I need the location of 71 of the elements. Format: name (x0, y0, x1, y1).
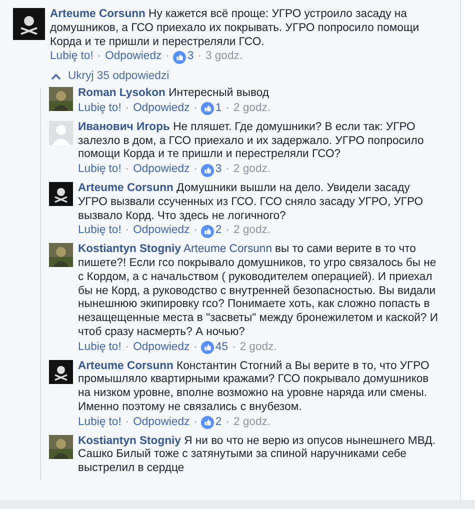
like-count[interactable]: 2 (215, 416, 222, 430)
separator-dot: · (226, 102, 230, 116)
like-link[interactable]: Lubię to! (78, 102, 122, 116)
like-count-icon (173, 50, 186, 64)
separator-dot: · (226, 163, 230, 177)
comment-text: Иванович Игорь Не пляшет. Где домушники? В если так: УГРО залезло в дом, а ГСО приехало и их задержало. УГРО попросило помощи Корда и те пришли и перестреляли ГСО? (78, 120, 425, 162)
like-count-icon (201, 416, 214, 430)
hide-replies-link[interactable]: Ukryj 35 odpowiedzi (68, 70, 170, 82)
timestamp[interactable]: 2 godz. (233, 163, 271, 177)
reply-link[interactable]: Odpowiedz (133, 163, 190, 177)
reply-link[interactable]: Odpowiedz (133, 102, 190, 116)
author-link[interactable]: Roman Lysokon (78, 87, 166, 100)
separator-dot: · (232, 340, 236, 355)
separator-dot: · (194, 224, 198, 238)
avatar-icon[interactable] (13, 8, 45, 40)
like-count[interactable]: 2 (215, 224, 222, 238)
timestamp[interactable]: 2 godz. (233, 102, 271, 116)
separator-dot: · (125, 102, 130, 116)
avatar-icon[interactable] (49, 87, 73, 112)
separator-dot: · (125, 224, 130, 238)
like-link[interactable]: Lubię to! (78, 340, 122, 355)
separator-dot: · (226, 416, 230, 430)
separator-dot: · (125, 163, 130, 177)
comment-text: Arteume Corsunn Домушники вышли на дело. Увидели засаду УГРО вызвали ссученных из ГСО. ГСО сняло засаду УГРО, УГРО вызвало Корд. Что здесь не логичного? (78, 182, 424, 224)
like-link[interactable]: Lubię to! (50, 50, 94, 64)
like-count-icon (201, 341, 214, 354)
separator-dot: · (194, 340, 198, 355)
like-link[interactable]: Lubię to! (78, 224, 122, 238)
timestamp[interactable]: 2 godz. (233, 416, 271, 430)
avatar-icon[interactable] (49, 243, 73, 268)
author-link[interactable]: Kostiantyn Stogniy (78, 243, 181, 256)
separator-dot: · (198, 50, 202, 64)
avatar-icon[interactable] (49, 434, 73, 459)
reply-link[interactable]: Odpowiedz (133, 224, 190, 238)
author-link[interactable]: Иванович Игорь (78, 120, 170, 133)
separator-dot: · (125, 340, 130, 355)
avatar-icon[interactable] (49, 182, 73, 206)
like-count[interactable]: 1 (215, 102, 222, 116)
reply-link[interactable]: Odpowiedz (105, 50, 162, 64)
comment-text: Kostiantyn Stogniy Arteume Corsunn вы то сами верите в то что пишете?! Если гсо покрывало домушников, то угро связалось бы не с Кордом, а с начальством ( руководителем операцией). И приехал бы не Корд, а руководство с внутренней безопасностью. Вы видали нынешнюю экипировку гсо? Понимаете хоть, как сложно попасть в незащещенные места в "засветы" между бронежилетом и каской? И чтоб сразу насмерть? А ночью? (78, 243, 438, 340)
avatar-icon[interactable] (49, 360, 73, 384)
separator-dot: · (125, 416, 130, 430)
comment-text: Arteume Corsunn Ну кажется всё проще: УГРО устроило засаду на домушников, а ГСО приехало их покрывать. УГРО попросило помощи Корда и те пришли и перестреляли ГСО. (50, 8, 420, 50)
timestamp[interactable]: 2 godz. (240, 340, 277, 355)
author-link[interactable]: Arteume Corsunn (78, 360, 174, 372)
author-link[interactable]: Arteume Corsunn (78, 182, 174, 194)
separator-dot: · (97, 50, 102, 64)
comment-text: Arteume Corsunn Константин Стогний а Вы верите в то, что УГРО промышляло квартирными кражами? ГСО покрывало домушников на низком уровне, вполне возможно на уровне наряда или смены. Именно поэтому не связались с внубезом. (78, 360, 430, 415)
author-link[interactable]: Kostiantyn Stogniy (78, 434, 181, 447)
like-count-icon (201, 224, 214, 238)
like-count[interactable]: 45 (215, 340, 228, 355)
separator-dot: · (166, 50, 170, 64)
chevron-up-icon[interactable] (51, 72, 61, 80)
like-link[interactable]: Lubię to! (78, 416, 122, 430)
separator-dot: · (194, 102, 198, 116)
like-link[interactable]: Lubię to! (78, 163, 122, 177)
timestamp[interactable]: 2 godz. (233, 224, 271, 238)
reply-link[interactable]: Odpowiedz (133, 340, 190, 355)
like-count[interactable]: 3 (215, 163, 222, 177)
like-count-icon (201, 102, 214, 116)
timestamp[interactable]: 3 godz. (205, 50, 243, 64)
comment-text: Roman Lysokon Интересный вывод (78, 87, 270, 101)
author-link[interactable]: Arteume Corsunn (50, 8, 146, 20)
separator-dot: · (194, 163, 198, 177)
separator-dot: · (226, 224, 230, 238)
separator-dot: · (194, 416, 198, 430)
like-count[interactable]: 3 (187, 50, 194, 64)
comment-text: Kostiantyn Stogniy Я ни во что не верю из опусов нынешнего МВД. Сашко Билый тоже с затянутыми за спиной наручниками себе выстрелил в сердце (78, 434, 436, 476)
reply-link[interactable]: Odpowiedz (133, 416, 190, 430)
like-count-icon (201, 164, 214, 177)
mention-link[interactable]: Arteume Corsunn (183, 243, 272, 256)
